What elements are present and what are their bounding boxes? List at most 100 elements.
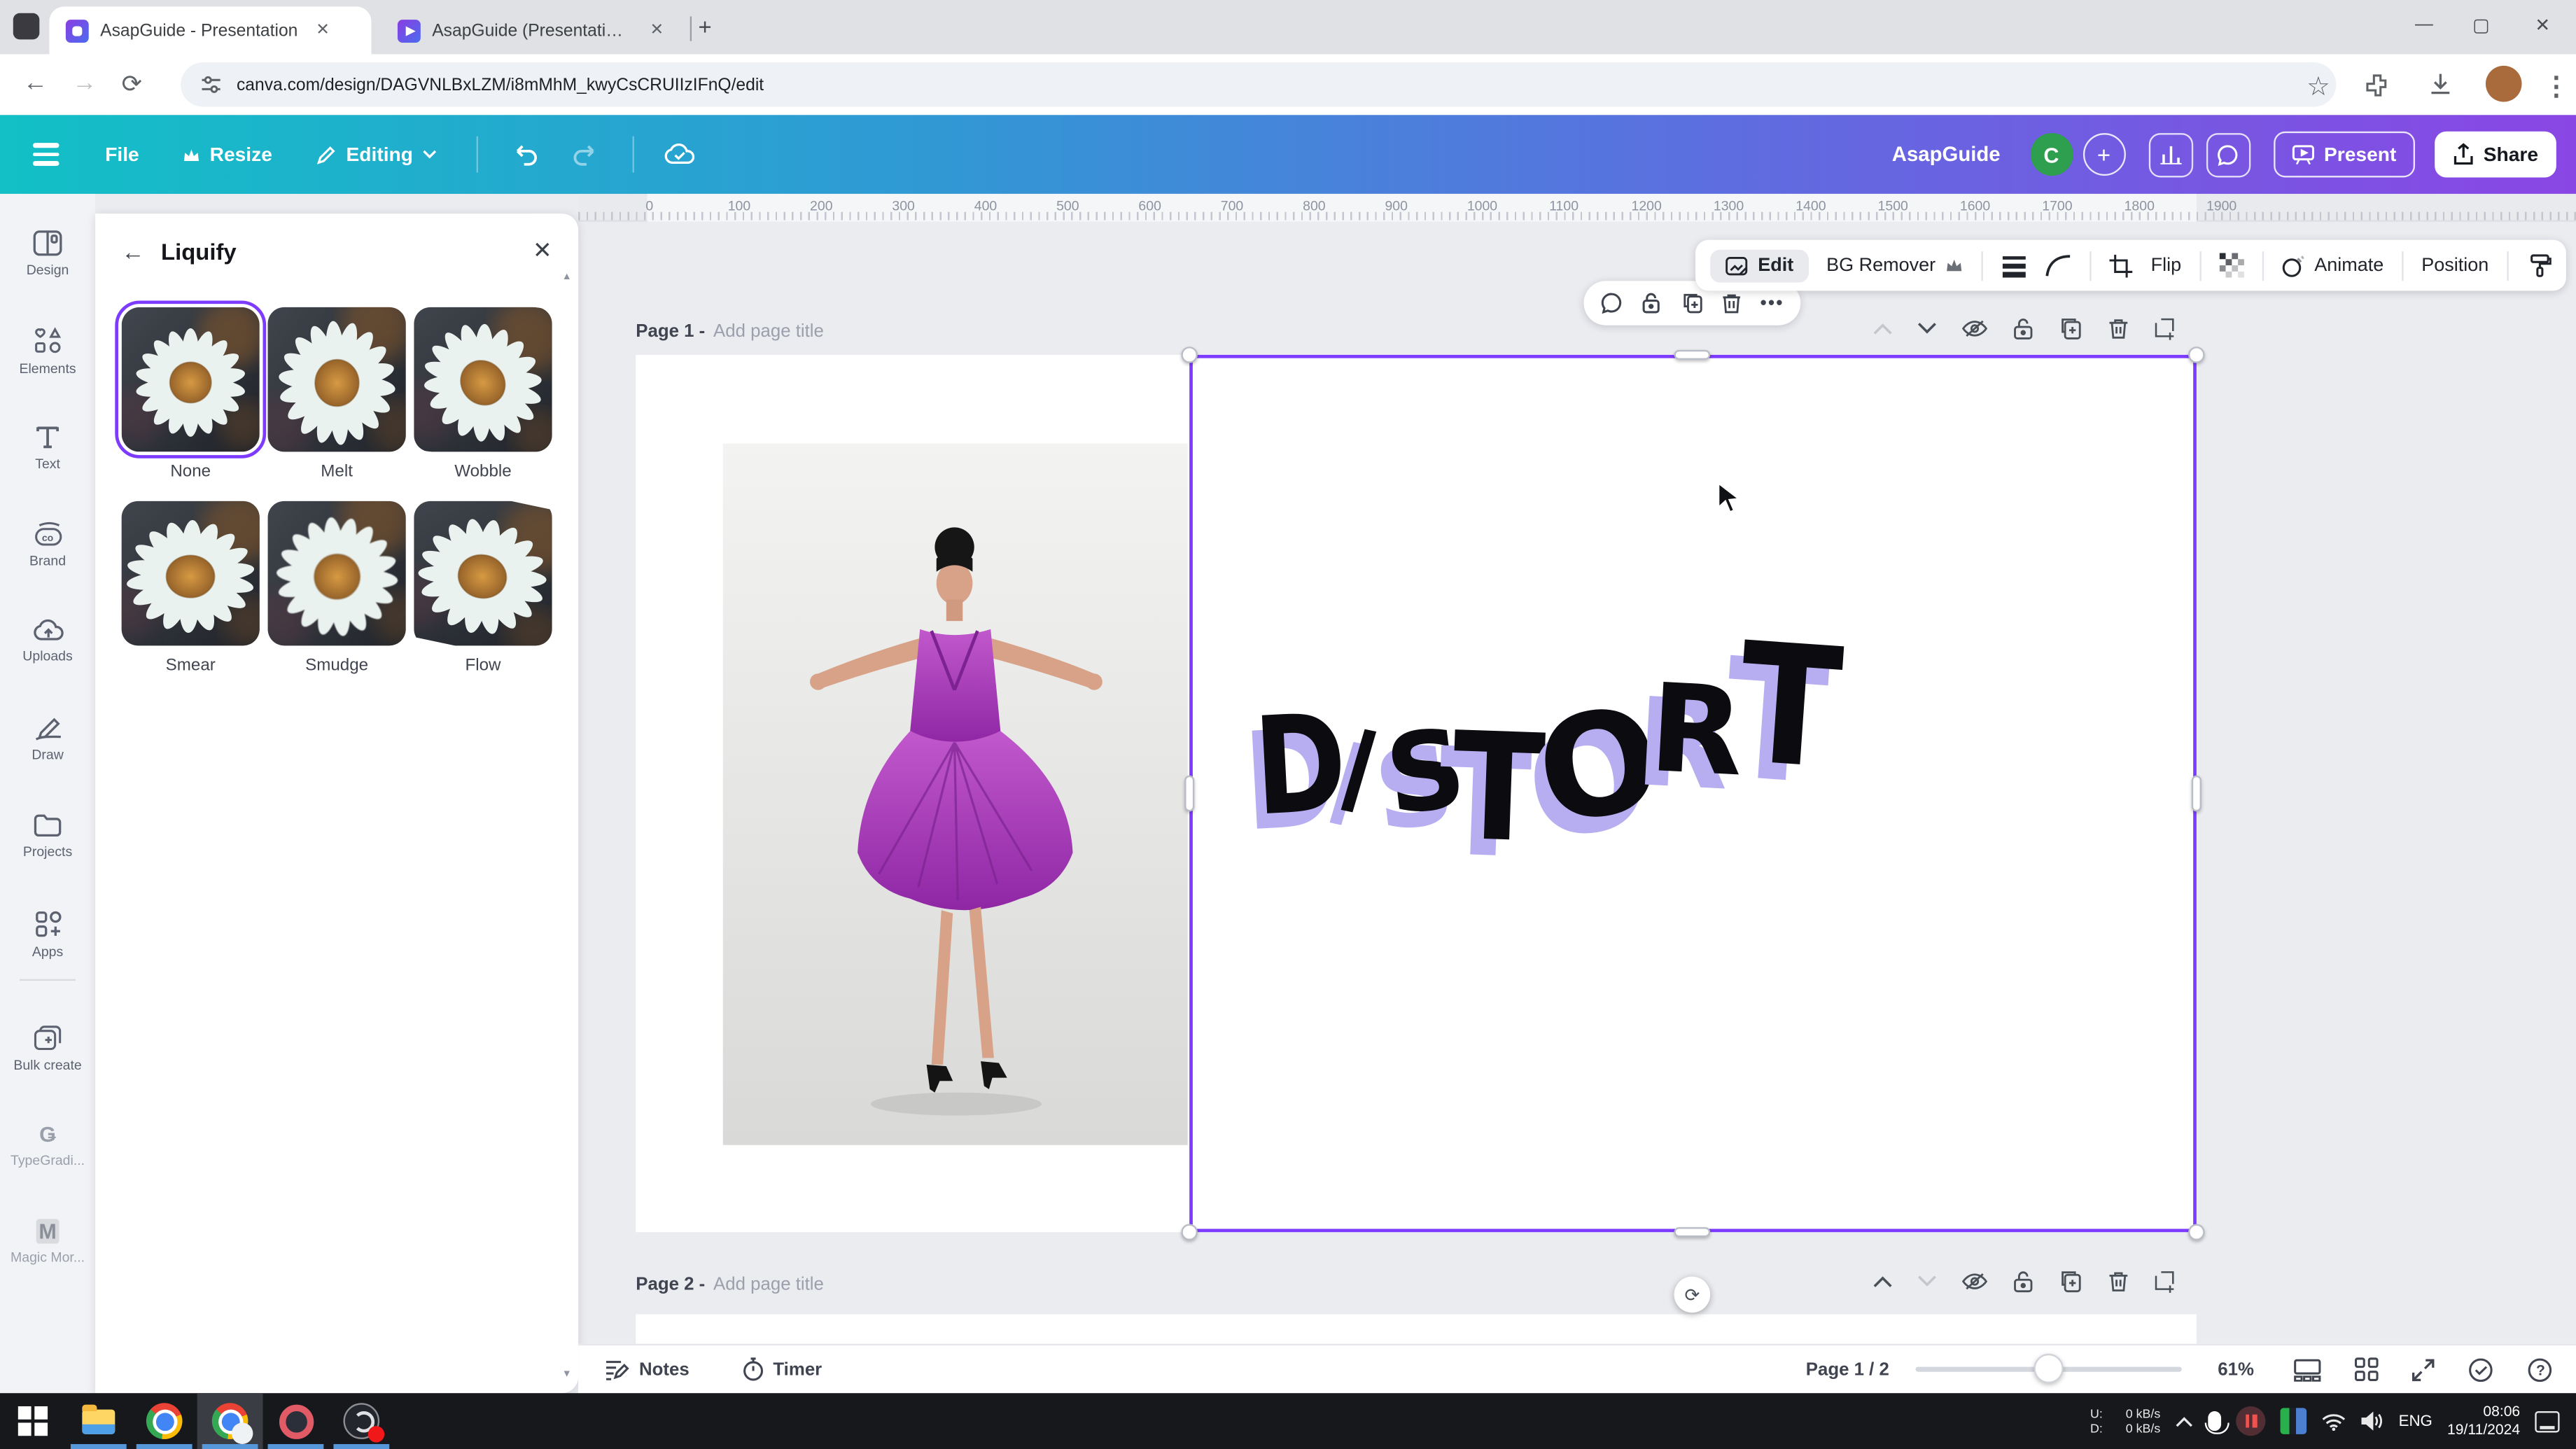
stroke-weight-icon[interactable] bbox=[2001, 254, 2028, 277]
selection-handle-top-right[interactable] bbox=[2188, 346, 2204, 363]
timer-button[interactable]: Timer bbox=[742, 1357, 822, 1382]
browser-tab-1[interactable]: AsapGuide - Presentation ✕ bbox=[49, 6, 371, 54]
rotate-handle[interactable]: ⟳ bbox=[1674, 1277, 1711, 1313]
selection-handle-bottom-left[interactable] bbox=[1181, 1224, 1197, 1240]
sidebar-item-elements[interactable]: Elements bbox=[0, 327, 95, 376]
fullscreen-icon[interactable] bbox=[2412, 1358, 2435, 1381]
selection-bounding-box[interactable] bbox=[1189, 355, 2197, 1232]
sidebar-item-magic-morph[interactable]: M Magic Mor... bbox=[0, 1219, 95, 1265]
share-button[interactable]: Share bbox=[2434, 132, 2556, 178]
close-button[interactable]: ✕ bbox=[2535, 15, 2550, 36]
tab-close-icon[interactable]: ✕ bbox=[316, 22, 330, 40]
microphone-tray-icon[interactable] bbox=[2208, 1411, 2221, 1431]
sidebar-item-design[interactable]: Design bbox=[0, 230, 95, 278]
editing-mode-button[interactable]: Editing bbox=[315, 143, 438, 166]
wifi-icon[interactable] bbox=[2321, 1412, 2346, 1430]
sidebar-item-text[interactable]: Text bbox=[0, 424, 95, 472]
start-button[interactable] bbox=[13, 1401, 52, 1441]
tab-close-icon[interactable]: ✕ bbox=[650, 22, 664, 40]
sidebar-item-uploads[interactable]: Uploads bbox=[0, 617, 95, 664]
address-bar[interactable]: canva.com/design/DAGVNLBxLZM/i8mMhM_kwyC… bbox=[181, 62, 2336, 106]
site-settings-icon[interactable] bbox=[200, 74, 222, 96]
undo-icon[interactable] bbox=[512, 142, 540, 167]
minimize-button[interactable]: — bbox=[2415, 15, 2433, 34]
new-tab-button[interactable]: + bbox=[698, 15, 711, 38]
liquify-option-wobble[interactable]: Wobble bbox=[414, 307, 552, 482]
grid-view-icon[interactable] bbox=[2354, 1357, 2379, 1382]
taskbar-file-explorer[interactable] bbox=[79, 1401, 118, 1441]
extensions-icon[interactable] bbox=[2366, 74, 2389, 97]
move-page-down-icon[interactable] bbox=[1917, 322, 1937, 335]
notification-center-icon[interactable] bbox=[2535, 1410, 2559, 1432]
trash-icon[interactable] bbox=[1722, 293, 1742, 314]
sidebar-item-apps[interactable]: Apps bbox=[0, 910, 95, 959]
page2-title-placeholder[interactable]: Add page title bbox=[713, 1275, 824, 1294]
move-page-up-icon[interactable] bbox=[1873, 322, 1893, 335]
lock-page-icon[interactable] bbox=[2012, 317, 2034, 340]
home-menu-button[interactable] bbox=[33, 144, 59, 165]
taskbar-obs[interactable] bbox=[342, 1401, 381, 1441]
forward-icon[interactable]: → bbox=[72, 69, 97, 97]
resize-button[interactable]: Resize bbox=[182, 143, 272, 166]
tray-expand-icon[interactable] bbox=[2175, 1415, 2193, 1427]
add-page-icon[interactable] bbox=[2154, 317, 2178, 340]
sidebar-item-bulk-create[interactable]: Bulk create bbox=[0, 1025, 95, 1072]
copy-style-roller-icon[interactable] bbox=[2526, 253, 2551, 277]
line-curve-icon[interactable] bbox=[2045, 254, 2072, 277]
sidebar-item-brand[interactable]: co Brand bbox=[0, 521, 95, 568]
transparency-icon[interactable] bbox=[2219, 253, 2244, 277]
browser-profile-avatar[interactable] bbox=[2486, 66, 2522, 102]
delete-page-icon[interactable] bbox=[2108, 1270, 2129, 1293]
add-page-icon[interactable] bbox=[2154, 1270, 2178, 1293]
hide-page-icon[interactable] bbox=[1961, 318, 1988, 338]
scroll-down-icon[interactable]: ▼ bbox=[560, 1370, 573, 1380]
reload-icon[interactable]: ⟳ bbox=[122, 69, 143, 99]
back-icon[interactable]: ← bbox=[23, 69, 48, 97]
position-button[interactable]: Position bbox=[2421, 255, 2488, 275]
presenter-view-icon[interactable] bbox=[2293, 1358, 2321, 1381]
comments-button[interactable] bbox=[2206, 132, 2250, 176]
crop-icon[interactable] bbox=[2110, 254, 2133, 277]
clock-widget[interactable]: 08:06 19/11/2024 bbox=[2447, 1403, 2520, 1439]
zoom-slider-knob[interactable] bbox=[2033, 1354, 2063, 1383]
scroll-up-icon[interactable]: ▲ bbox=[560, 273, 573, 283]
insights-button[interactable] bbox=[2148, 132, 2192, 176]
volume-icon[interactable] bbox=[2361, 1411, 2384, 1431]
network-speed-widget[interactable]: U: 0 kB/s D: 0 kB/s bbox=[2090, 1406, 2160, 1436]
app-tray-icon[interactable] bbox=[2281, 1408, 2307, 1434]
selection-handle-bottom-right[interactable] bbox=[2188, 1224, 2204, 1240]
add-member-button[interactable]: + bbox=[2082, 133, 2125, 176]
language-indicator[interactable]: ENG bbox=[2399, 1412, 2432, 1430]
bg-remover-button[interactable]: BG Remover bbox=[1826, 255, 1963, 275]
flip-button[interactable]: Flip bbox=[2151, 255, 2181, 275]
help-icon[interactable]: ? bbox=[2527, 1356, 2554, 1382]
liquify-option-melt[interactable]: Melt bbox=[268, 307, 406, 482]
comment-icon[interactable] bbox=[1600, 293, 1623, 314]
redo-icon[interactable] bbox=[573, 142, 601, 167]
duplicate-icon[interactable] bbox=[1680, 293, 1703, 314]
selection-handle-right[interactable] bbox=[2192, 776, 2202, 812]
selection-handle-top-left[interactable] bbox=[1181, 346, 1197, 363]
bookmark-star-icon[interactable]: ☆ bbox=[2306, 71, 2330, 104]
liquify-option-none[interactable]: None bbox=[122, 307, 260, 482]
download-icon[interactable] bbox=[2428, 72, 2453, 97]
panel-close-icon[interactable]: ✕ bbox=[533, 237, 552, 265]
sidebar-item-typegradient[interactable]: Ǥ TypeGradi... bbox=[0, 1122, 95, 1168]
delete-page-icon[interactable] bbox=[2108, 317, 2129, 340]
zoom-slider[interactable] bbox=[1915, 1367, 2181, 1372]
more-options-icon[interactable]: ••• bbox=[1760, 293, 1784, 313]
move-page-up-icon[interactable] bbox=[1873, 1275, 1893, 1288]
user-avatar[interactable]: C bbox=[2030, 133, 2073, 176]
page1-title-placeholder[interactable]: Add page title bbox=[713, 322, 824, 342]
selection-handle-top[interactable] bbox=[1674, 350, 1711, 360]
recording-pause-icon[interactable] bbox=[2236, 1406, 2265, 1436]
maximize-button[interactable]: ▢ bbox=[2472, 15, 2489, 36]
duplicate-page-icon[interactable] bbox=[2059, 1270, 2083, 1293]
notes-button[interactable]: Notes bbox=[605, 1358, 690, 1381]
browser-menu-icon[interactable]: ⋮ bbox=[2543, 71, 2570, 104]
panel-scrollbar[interactable]: ▲ ▼ bbox=[560, 273, 573, 1380]
saved-check-icon[interactable] bbox=[2468, 1356, 2494, 1382]
duplicate-page-icon[interactable] bbox=[2059, 317, 2083, 340]
lock-icon[interactable] bbox=[1642, 293, 1661, 314]
model-photo[interactable] bbox=[723, 444, 1188, 1145]
